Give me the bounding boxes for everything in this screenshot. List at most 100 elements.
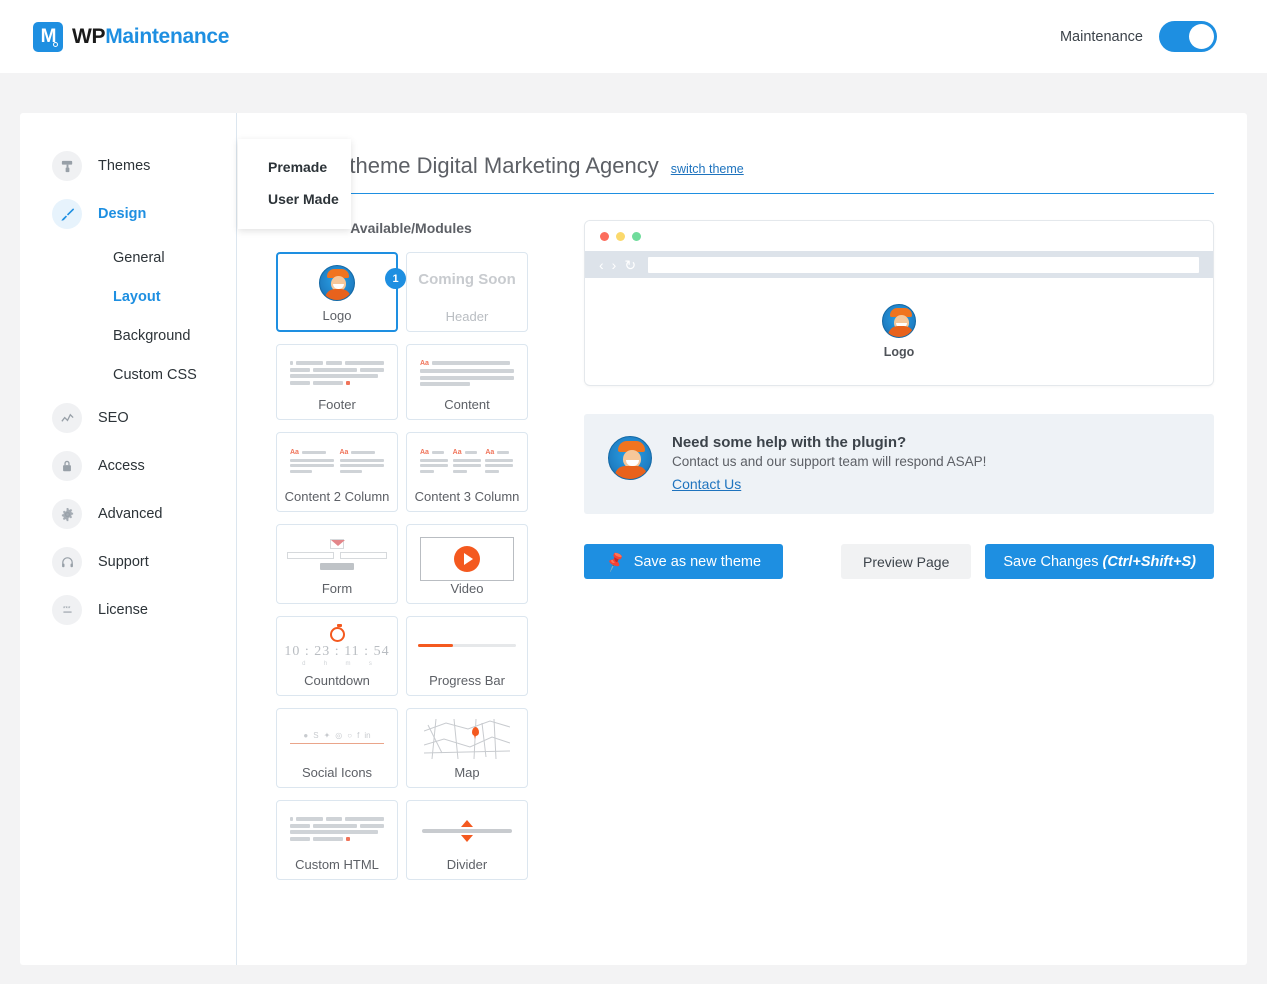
save-as-new-theme-label: Save as new theme <box>633 553 762 570</box>
divider-thumbnail <box>407 811 527 851</box>
countdown-units: dhms <box>302 661 372 667</box>
help-description: Contact us and our support team will res… <box>672 454 987 469</box>
progress-thumbnail <box>407 635 527 655</box>
minimize-traffic-light-icon[interactable] <box>616 231 625 241</box>
paint-roller-icon <box>52 151 82 181</box>
video-thumbnail <box>407 535 527 583</box>
sidebar-item-seo[interactable]: SEO <box>20 394 236 442</box>
main-panel: Themes Design General Layout Background … <box>20 113 1247 965</box>
sidebar-item-label: License <box>98 602 148 618</box>
preview-logo-icon <box>882 304 916 338</box>
sidebar-item-label: Design <box>98 206 147 222</box>
sidebar-item-access[interactable]: Access <box>20 442 236 490</box>
module-label: Video <box>450 581 484 597</box>
module-label: Social Icons <box>301 765 373 781</box>
module-card-form[interactable]: Form <box>276 524 398 604</box>
module-card-video[interactable]: Video <box>406 524 528 604</box>
lock-icon <box>52 451 82 481</box>
sidebar: Themes Design General Layout Background … <box>20 113 237 965</box>
contact-us-link[interactable]: Contact Us <box>672 476 741 492</box>
sidebar-subitem-label: General <box>113 249 165 266</box>
maintenance-toggle[interactable] <box>1159 21 1217 52</box>
switch-theme-link[interactable]: switch theme <box>671 162 744 176</box>
content-thumbnail: Aa <box>407 353 527 395</box>
module-card-progress-bar[interactable]: Progress Bar <box>406 616 528 696</box>
arrow-down-icon <box>461 835 473 842</box>
browser-nav-bar: ‹ › ↻ <box>585 251 1213 278</box>
sidebar-subitem-general[interactable]: General <box>20 238 236 277</box>
content-3col-thumbnail: Aa Aa Aa <box>407 441 527 483</box>
module-label: Progress Bar <box>429 673 505 689</box>
skype-icon: S <box>313 730 319 740</box>
page-header: Editing theme Digital Marketing Agency s… <box>276 153 1214 194</box>
map-thumbnail <box>407 717 527 761</box>
module-label: Footer <box>318 397 356 413</box>
close-traffic-light-icon[interactable] <box>600 231 609 241</box>
sidebar-item-advanced[interactable]: Advanced <box>20 490 236 538</box>
save-changes-button[interactable]: Save Changes (Ctrl+Shift+S) <box>985 544 1214 579</box>
stopwatch-icon <box>329 624 345 642</box>
dropdown-item-premade[interactable]: Premade <box>238 151 351 183</box>
social-thumbnail: ● S ✦ ◎ ○ f in <box>277 723 397 751</box>
module-card-custom-html[interactable]: Custom HTML <box>276 800 398 880</box>
module-label: Content <box>444 397 490 413</box>
sidebar-item-design[interactable]: Design <box>20 190 236 238</box>
preview-page-button[interactable]: Preview Page <box>841 544 972 579</box>
logo-thumbnail <box>278 262 396 304</box>
mascot-avatar-icon <box>608 436 652 480</box>
form-thumbnail <box>277 533 397 575</box>
key-icon: *** <box>52 595 82 625</box>
url-input[interactable] <box>648 256 1199 273</box>
module-card-map[interactable]: Map <box>406 708 528 788</box>
module-card-content-3-column[interactable]: Aa Aa Aa Content 3 Column <box>406 432 528 512</box>
theme-source-dropdown: Premade User Made <box>238 139 351 229</box>
coming-soon-text: Coming Soon <box>418 271 516 288</box>
brand-maintenance: Maintenance <box>105 24 230 48</box>
gear-icon <box>52 499 82 529</box>
pinterest-icon: ● <box>303 730 309 740</box>
module-card-social-icons[interactable]: ● S ✦ ◎ ○ f in Social Icons <box>276 708 398 788</box>
help-title: Need some help with the plugin? <box>672 434 907 451</box>
module-card-countdown[interactable]: 10 : 23 : 11 : 54 dhms Countdown <box>276 616 398 696</box>
preview-column: ‹ › ↻ Logo Need some help with the plugi… <box>584 220 1214 880</box>
back-icon[interactable]: ‹ <box>599 258 604 272</box>
reload-icon[interactable]: ↻ <box>624 258 636 272</box>
app-header: M WPMaintenance Maintenance <box>0 0 1267 73</box>
module-card-footer[interactable]: Footer <box>276 344 398 420</box>
module-card-divider[interactable]: Divider <box>406 800 528 880</box>
module-label: Content 3 Column <box>414 489 520 505</box>
sidebar-item-support[interactable]: Support <box>20 538 236 586</box>
facebook-icon: f <box>357 730 360 740</box>
save-changes-shortcut: (Ctrl+Shift+S) <box>1102 553 1196 570</box>
module-card-logo[interactable]: 1 Logo <box>276 252 406 332</box>
sidebar-subitem-label: Layout <box>113 288 161 305</box>
module-label: Content 2 Column <box>284 489 390 505</box>
save-as-new-theme-button[interactable]: 📌 Save as new theme <box>584 544 784 579</box>
modules-grid: 1 Logo Coming Soon Header Footer Aa Cont… <box>276 252 546 880</box>
sidebar-subitem-background[interactable]: Background <box>20 316 236 355</box>
whatsapp-icon: ○ <box>347 730 353 740</box>
module-card-header[interactable]: Coming Soon Header <box>406 252 528 332</box>
help-avatar <box>608 436 652 480</box>
module-card-content-2-column[interactable]: Aa Aa Content 2 Column <box>276 432 398 512</box>
map-pin-icon <box>472 727 479 739</box>
browser-title-bar <box>585 221 1213 251</box>
maximize-traffic-light-icon[interactable] <box>632 231 641 241</box>
brand-wp: WP <box>72 24 106 48</box>
sidebar-item-license[interactable]: *** License <box>20 586 236 634</box>
brand-text: WPMaintenance <box>72 25 229 49</box>
forward-icon[interactable]: › <box>612 258 617 272</box>
action-bar: 📌 Save as new theme Preview Page Save Ch… <box>584 544 1214 579</box>
content-area: Editing theme Digital Marketing Agency s… <box>237 113 1247 965</box>
module-card-content[interactable]: Aa Content <box>406 344 528 420</box>
sidebar-item-themes[interactable]: Themes <box>20 142 236 190</box>
content-2col-thumbnail: Aa Aa <box>277 441 397 483</box>
module-label: Header <box>445 309 489 325</box>
dropdown-item-user-made[interactable]: User Made <box>238 183 351 215</box>
sidebar-item-label: Support <box>98 554 149 570</box>
sidebar-subitem-layout[interactable]: Layout <box>20 277 236 316</box>
module-label: Form <box>321 581 353 597</box>
sidebar-subitem-custom-css[interactable]: Custom CSS <box>20 355 236 394</box>
sidebar-item-label: Advanced <box>98 506 163 522</box>
save-changes-label: Save Changes <box>1003 553 1099 570</box>
